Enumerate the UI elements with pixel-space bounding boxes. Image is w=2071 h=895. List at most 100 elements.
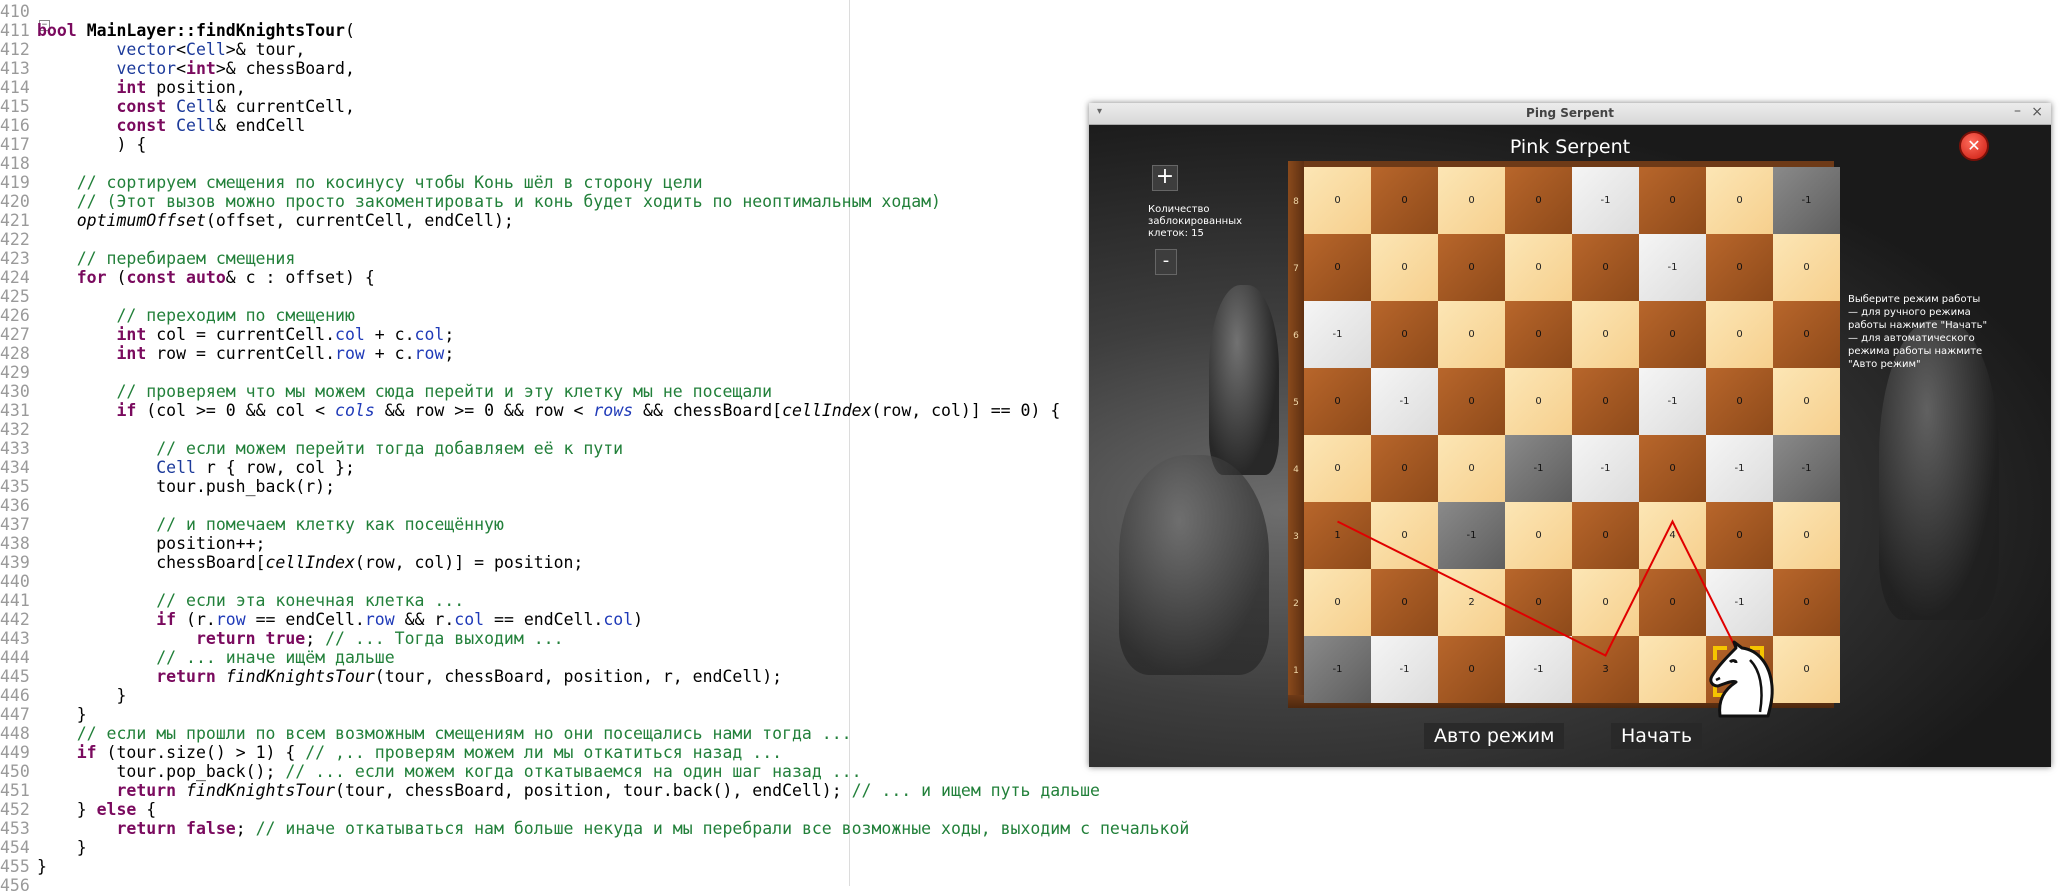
decrease-blocked-button[interactable]: - (1155, 249, 1177, 275)
code-line[interactable]: 432 (0, 420, 37, 439)
code-line[interactable]: 417 ) { (0, 135, 146, 154)
board-cell-e2[interactable]: 0 (1572, 569, 1639, 636)
code-line[interactable]: 434 Cell r { row, col }; (0, 458, 355, 477)
board-cell-h6[interactable]: 0 (1773, 301, 1840, 368)
code-line[interactable]: 441 // если эта конечная клетка ... (0, 591, 464, 610)
board-cell-h5[interactable]: 0 (1773, 368, 1840, 435)
board-cell-a5[interactable]: 0 (1304, 368, 1371, 435)
increase-blocked-button[interactable]: + (1152, 165, 1178, 191)
code-line[interactable]: 444 // ... иначе ищём дальше (0, 648, 395, 667)
board-cell-b6[interactable]: 0 (1371, 301, 1438, 368)
code-line[interactable]: 414 int position, (0, 78, 246, 97)
minimize-icon[interactable]: – (2014, 103, 2021, 119)
exit-button[interactable]: ✕ (1959, 131, 1989, 161)
chess-board[interactable]: 0 0 0 0 -1 0 0 -1 0 0 0 0 0 -1 0 0 -1 0 0 0 0 0 0 0 0 -1 0 0 0 -1 0 0 0 0… (1304, 167, 1840, 717)
board-cell-e4[interactable]: -1 (1572, 435, 1639, 502)
board-cell-g7[interactable]: 0 (1706, 234, 1773, 301)
board-cell-d3[interactable]: 0 (1505, 502, 1572, 569)
board-cell-e1[interactable]: 3 (1572, 636, 1639, 703)
board-cell-a1[interactable]: -1 (1304, 636, 1371, 703)
board-cell-g5[interactable]: 0 (1706, 368, 1773, 435)
board-cell-e8[interactable]: -1 (1572, 167, 1639, 234)
board-cell-c4[interactable]: 0 (1438, 435, 1505, 502)
board-cell-b5[interactable]: -1 (1371, 368, 1438, 435)
code-line[interactable]: 413 vector<int>& chessBoard, (0, 59, 355, 78)
code-line[interactable]: 451 return findKnightsTour(tour, chessBo… (0, 781, 1100, 800)
board-cell-d1[interactable]: -1 (1505, 636, 1572, 703)
code-line[interactable]: 415 const Cell& currentCell, (0, 97, 355, 116)
code-line[interactable]: 448 // если мы прошли по всем возможным … (0, 724, 852, 743)
board-cell-b4[interactable]: 0 (1371, 435, 1438, 502)
board-cell-h2[interactable]: 0 (1773, 569, 1840, 636)
board-cell-b7[interactable]: 0 (1371, 234, 1438, 301)
code-line[interactable]: 439 chessBoard[cellIndex(row, col)] = po… (0, 553, 583, 572)
board-cell-g4[interactable]: -1 (1706, 435, 1773, 502)
board-cell-d7[interactable]: 0 (1505, 234, 1572, 301)
code-line[interactable]: 428 int row = currentCell.row + c.row; (0, 344, 454, 363)
board-cell-g8[interactable]: 0 (1706, 167, 1773, 234)
board-cell-c5[interactable]: 0 (1438, 368, 1505, 435)
code-line[interactable]: 420 // (Этот вызов можно просто закомент… (0, 192, 941, 211)
code-line[interactable]: 429 (0, 363, 37, 382)
board-cell-f5[interactable]: -1 (1639, 368, 1706, 435)
board-cell-b2[interactable]: 0 (1371, 569, 1438, 636)
code-line[interactable]: 433 // если можем перейти тогда добавляе… (0, 439, 623, 458)
board-cell-g3[interactable]: 0 (1706, 502, 1773, 569)
board-cell-f2[interactable]: 0 (1639, 569, 1706, 636)
board-cell-a6[interactable]: -1 (1304, 301, 1371, 368)
code-line[interactable]: 423 // перебираем смещения (0, 249, 295, 268)
board-cell-e7[interactable]: 0 (1572, 234, 1639, 301)
code-line[interactable]: 445 return findKnightsTour(tour, chessBo… (0, 667, 782, 686)
code-line[interactable]: 454 } (0, 838, 87, 857)
board-cell-h4[interactable]: -1 (1773, 435, 1840, 502)
board-cell-d2[interactable]: 0 (1505, 569, 1572, 636)
code-line[interactable]: 440 (0, 572, 37, 591)
window-close-icon[interactable]: × (2031, 104, 2043, 120)
code-line[interactable]: 418 (0, 154, 37, 173)
board-cell-g6[interactable]: 0 (1706, 301, 1773, 368)
board-cell-d8[interactable]: 0 (1505, 167, 1572, 234)
board-cell-g2[interactable]: -1 (1706, 569, 1773, 636)
code-line[interactable]: 422 (0, 230, 37, 249)
code-line[interactable]: 426 // переходим по смещению (0, 306, 355, 325)
start-button[interactable]: Начать (1611, 723, 1703, 749)
board-cell-d4[interactable]: -1 (1505, 435, 1572, 502)
code-line[interactable]: 416 const Cell& endCell (0, 116, 305, 135)
board-cell-a7[interactable]: 0 (1304, 234, 1371, 301)
board-cell-h3[interactable]: 0 (1773, 502, 1840, 569)
code-line[interactable]: 453 return false; // иначе откатываться … (0, 819, 1189, 838)
code-line[interactable]: 447 } (0, 705, 87, 724)
auto-mode-button[interactable]: Авто режим (1424, 723, 1565, 749)
code-line[interactable]: 450 tour.pop_back(); // ... если можем к… (0, 762, 862, 781)
code-line[interactable]: 435 tour.push_back(r); (0, 477, 335, 496)
code-line[interactable]: 452 } else { (0, 800, 156, 819)
window-titlebar[interactable]: ▾ Ping Serpent – × (1089, 103, 2051, 125)
board-cell-c8[interactable]: 0 (1438, 167, 1505, 234)
board-cell-e6[interactable]: 0 (1572, 301, 1639, 368)
code-line[interactable]: 449 if (tour.size() > 1) { // ,.. провер… (0, 743, 782, 762)
board-cell-e5[interactable]: 0 (1572, 368, 1639, 435)
board-cell-b3[interactable]: 0 (1371, 502, 1438, 569)
board-cell-c7[interactable]: 0 (1438, 234, 1505, 301)
board-cell-h8[interactable]: -1 (1773, 167, 1840, 234)
board-cell-c2[interactable]: 2 (1438, 569, 1505, 636)
code-line[interactable]: 425 (0, 287, 37, 306)
board-cell-e3[interactable]: 0 (1572, 502, 1639, 569)
board-cell-f7[interactable]: -1 (1639, 234, 1706, 301)
board-cell-f4[interactable]: 0 (1639, 435, 1706, 502)
board-cell-f1[interactable]: 0 (1639, 636, 1706, 703)
board-cell-b8[interactable]: 0 (1371, 167, 1438, 234)
code-line[interactable]: 442 if (r.row == endCell.row && r.col ==… (0, 610, 643, 629)
code-line[interactable]: 424 for (const auto& c : offset) { (0, 268, 375, 287)
code-line[interactable]: 431 if (col >= 0 && col < cols && row >=… (0, 401, 1060, 420)
board-cell-f8[interactable]: 0 (1639, 167, 1706, 234)
code-line[interactable]: 411 bool MainLayer::findKnightsTour( (0, 21, 355, 40)
board-cell-c3[interactable]: -1 (1438, 502, 1505, 569)
code-line[interactable]: 410 (0, 2, 37, 21)
knight-piece-icon[interactable] (1706, 640, 1780, 718)
code-line[interactable]: 443 return true; // ... Тогда выходим ..… (0, 629, 564, 648)
board-cell-c1[interactable]: 0 (1438, 636, 1505, 703)
code-line[interactable]: 430 // проверяем что мы можем сюда перей… (0, 382, 772, 401)
board-cell-a8[interactable]: 0 (1304, 167, 1371, 234)
board-cell-f3[interactable]: 4 (1639, 502, 1706, 569)
